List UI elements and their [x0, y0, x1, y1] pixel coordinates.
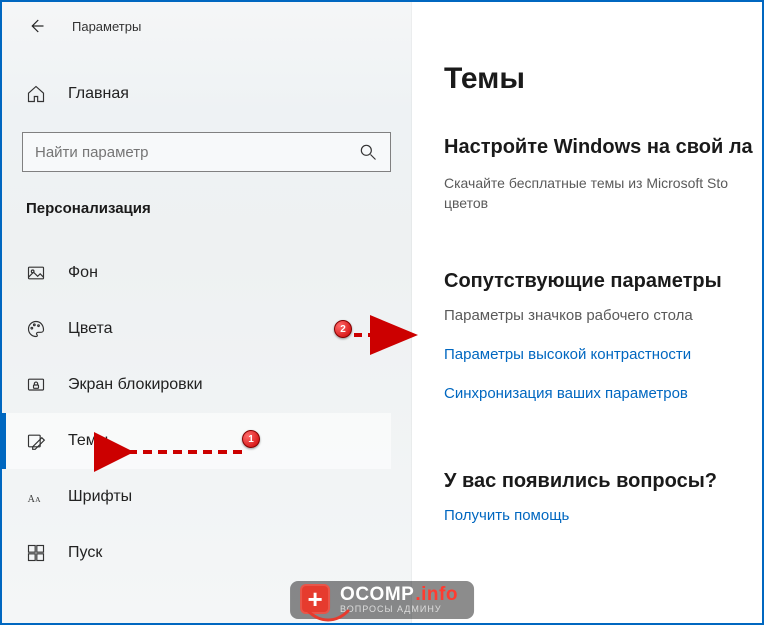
link-sync-settings[interactable]: Синхронизация ваших параметров [444, 385, 762, 402]
link-high-contrast[interactable]: Параметры высокой контрастности [444, 346, 762, 363]
app-title: Параметры [72, 19, 141, 34]
sidebar-item-background[interactable]: Фон [22, 245, 391, 301]
sidebar-home-label: Главная [68, 85, 129, 103]
watermark: + OCOMP.info ВОПРОСЫ АДМИНУ [290, 581, 474, 619]
watermark-swoosh-icon [306, 609, 350, 623]
start-icon [26, 543, 46, 563]
page-title: Темы [444, 62, 762, 96]
sidebar-item-lockscreen[interactable]: Экран блокировки [22, 357, 391, 413]
sidebar-item-start[interactable]: Пуск [22, 525, 391, 581]
search-input[interactable] [35, 144, 358, 161]
settings-window: Параметры Главная Персонализация [0, 0, 764, 625]
svg-text:A: A [35, 495, 41, 504]
back-button[interactable] [26, 16, 46, 36]
watermark-subtitle: ВОПРОСЫ АДМИНУ [340, 604, 458, 614]
palette-icon [26, 319, 46, 339]
sidebar-item-label: Цвета [68, 320, 113, 338]
fonts-icon: AA [26, 487, 46, 507]
link-desktop-icons[interactable]: Параметры значков рабочего стола [444, 307, 762, 324]
arrow-left-icon [27, 17, 45, 35]
search-box[interactable] [22, 132, 391, 172]
sidebar-body: Главная Персонализация Фон Цв [2, 50, 411, 581]
themes-icon [26, 431, 46, 451]
lockscreen-icon [26, 375, 46, 395]
sidebar: Параметры Главная Персонализация [2, 2, 412, 623]
sidebar-item-label: Шрифты [68, 488, 132, 506]
watermark-text: OCOMP.info ВОПРОСЫ АДМИНУ [340, 584, 458, 614]
annotation-arrow-1 [116, 444, 246, 467]
customize-description: Скачайте бесплатные темы из Microsoft St… [444, 173, 762, 214]
watermark-tld: .info [415, 584, 458, 606]
content-pane: Темы Настройте Windows на свой ла Скачай… [412, 2, 762, 623]
annotation-arrow-2 [350, 326, 422, 349]
sidebar-item-label: Экран блокировки [68, 376, 203, 394]
related-heading: Сопутствующие параметры [444, 270, 762, 293]
help-section: У вас появились вопросы? Получить помощь [444, 470, 762, 546]
category-title: Персонализация [22, 186, 391, 245]
picture-icon [26, 263, 46, 283]
search-icon [358, 142, 378, 162]
watermark-brand: OCOMP [340, 584, 414, 606]
sidebar-item-label: Пуск [68, 544, 102, 562]
sidebar-item-label: Темы [68, 432, 108, 450]
sidebar-item-label: Фон [68, 264, 98, 282]
home-icon [26, 84, 46, 104]
sidebar-item-fonts[interactable]: AA Шрифты [22, 469, 391, 525]
customize-heading: Настройте Windows на свой ла [444, 136, 762, 159]
link-get-help[interactable]: Получить помощь [444, 507, 762, 524]
sidebar-home[interactable]: Главная [22, 66, 391, 122]
titlebar: Параметры [2, 2, 411, 50]
help-heading: У вас появились вопросы? [444, 470, 762, 493]
